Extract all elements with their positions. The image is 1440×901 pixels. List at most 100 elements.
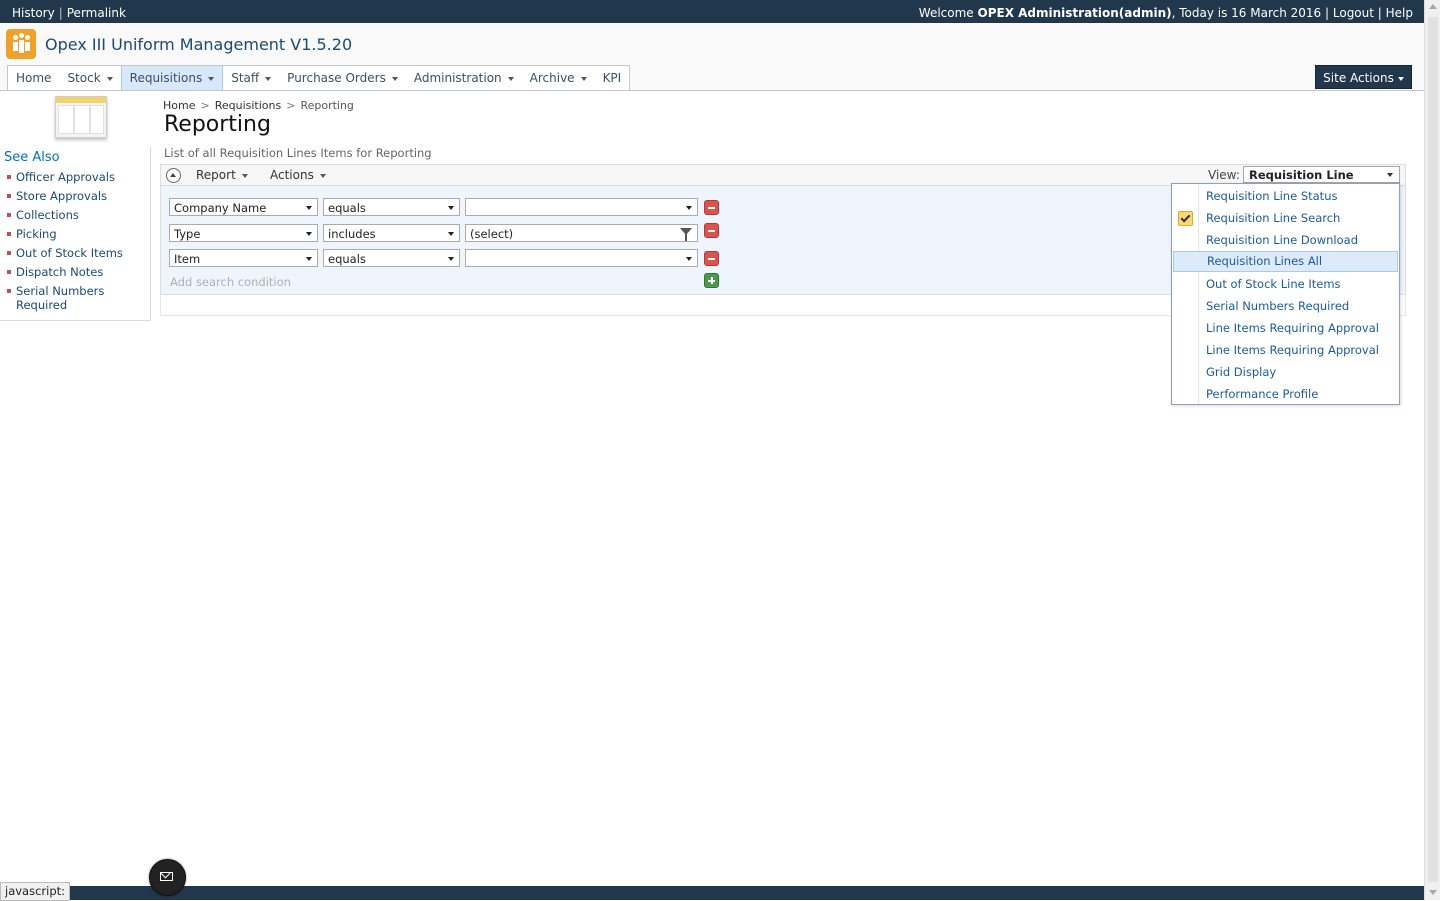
filter-operator-select[interactable]: equals xyxy=(323,249,460,267)
leftnav-label: Out of Stock Items xyxy=(16,246,123,260)
nav-label: Purchase Orders xyxy=(287,71,386,85)
report-label: Report xyxy=(196,168,236,182)
nav-label: Staff xyxy=(231,71,260,85)
site-title[interactable]: Opex III Uniform Management V1.5.20 xyxy=(45,35,352,54)
collapse-icon[interactable] xyxy=(166,168,181,183)
view-option-performance-profile[interactable]: Performance Profile xyxy=(1173,384,1398,405)
operator-value: equals xyxy=(328,252,366,266)
permalink-link[interactable]: Permalink xyxy=(67,6,126,20)
site-header: Opex III Uniform Management V1.5.20 xyxy=(0,23,1424,63)
view-option-requisition-line-status[interactable]: Requisition Line Status xyxy=(1173,186,1398,207)
nav-home[interactable]: Home xyxy=(8,66,59,90)
filter-operator-select[interactable]: equals xyxy=(323,198,460,216)
filter-value-select[interactable] xyxy=(465,249,698,267)
field-value: Company Name xyxy=(174,201,267,215)
scroll-down-icon[interactable] xyxy=(1429,890,1437,895)
nav-requisitions[interactable]: Requisitions xyxy=(120,66,224,90)
nav-stock[interactable]: Stock xyxy=(59,66,120,90)
chevron-down-icon xyxy=(306,206,312,210)
remove-condition-icon[interactable] xyxy=(704,223,719,238)
nav-label: Home xyxy=(16,71,52,85)
filter-field-select[interactable]: Company Name xyxy=(169,198,318,216)
see-also-heading[interactable]: See Also xyxy=(4,150,60,165)
site-logo-icon[interactable] xyxy=(6,29,36,59)
add-search-condition-link[interactable]: Add search condition xyxy=(170,275,291,289)
welcome-prefix: Welcome xyxy=(918,6,978,20)
site-actions-button[interactable]: Site Actions xyxy=(1315,65,1412,89)
chevron-down-icon xyxy=(448,206,454,210)
scroll-thumb[interactable] xyxy=(1428,17,1438,882)
filter-field-select[interactable]: Item xyxy=(169,249,318,267)
remove-condition-icon[interactable] xyxy=(704,200,719,215)
chevron-down-icon xyxy=(580,76,587,81)
filter-field-select[interactable]: Type xyxy=(169,224,318,242)
view-option-serial-numbers-required[interactable]: Serial Numbers Required xyxy=(1173,296,1398,317)
view-option-requisition-line-search[interactable]: Requisition Line Search xyxy=(1173,208,1398,229)
filter-value-multiselect[interactable]: (select) xyxy=(465,224,698,242)
breadcrumb-requisitions[interactable]: Requisitions xyxy=(215,99,282,112)
view-option-requisition-line-download[interactable]: Requisition Line Download xyxy=(1173,230,1398,251)
nav-staff[interactable]: Staff xyxy=(223,66,279,90)
leftnav-item-store-approvals[interactable]: Store Approvals xyxy=(7,189,131,203)
today-text: , Today is 16 March 2016 xyxy=(1171,6,1326,20)
chevron-down-icon xyxy=(448,257,454,261)
view-option-line-items-requiring-approval-2[interactable]: Line Items Requiring Approval xyxy=(1173,340,1398,361)
menu-item-label: Line Items Requiring Approval xyxy=(1206,343,1379,357)
scroll-up-icon[interactable] xyxy=(1429,4,1437,9)
leftnav-label: Officer Approvals xyxy=(16,170,115,184)
leftnav-item-picking[interactable]: Picking xyxy=(7,227,131,241)
view-dropdown-menu: Requisition Line Status Requisition Line… xyxy=(1171,183,1400,405)
nav-administration[interactable]: Administration xyxy=(406,66,522,90)
separator: | xyxy=(1325,6,1333,20)
view-option-out-of-stock-line-items[interactable]: Out of Stock Line Items xyxy=(1173,274,1398,295)
nav-label: Stock xyxy=(67,71,101,85)
help-link[interactable]: Help xyxy=(1386,6,1413,20)
page-description: List of all Requisition Lines Items for … xyxy=(164,146,432,160)
filter-operator-select[interactable]: includes xyxy=(323,224,460,242)
view-option-requisition-lines-all[interactable]: Requisition Lines All xyxy=(1173,251,1398,272)
leftnav-label: Store Approvals xyxy=(16,189,108,203)
chevron-down-icon xyxy=(686,257,692,261)
leftnav-item-officer-approvals[interactable]: Officer Approvals xyxy=(7,170,131,184)
logout-link[interactable]: Logout xyxy=(1333,6,1374,20)
nav-purchase-orders[interactable]: Purchase Orders xyxy=(279,66,406,90)
menu-item-label: Performance Profile xyxy=(1206,387,1319,401)
menu-item-label: Out of Stock Line Items xyxy=(1206,277,1341,291)
vertical-scrollbar[interactable] xyxy=(1424,0,1440,900)
chevron-down-icon xyxy=(391,76,398,81)
bullet-icon xyxy=(7,270,11,274)
actions-menu[interactable]: Actions xyxy=(270,168,326,182)
chevron-down-icon xyxy=(306,257,312,261)
view-select[interactable]: Requisition Line Search xyxy=(1243,166,1400,199)
bullet-icon xyxy=(7,175,11,179)
remove-condition-icon[interactable] xyxy=(704,251,719,266)
leftnav-label: Collections xyxy=(16,208,79,222)
mail-button[interactable] xyxy=(149,859,186,896)
breadcrumb: Home > Requisitions > Reporting xyxy=(163,99,354,112)
chevron-down-icon xyxy=(306,232,312,236)
user-name[interactable]: OPEX Administration(admin) xyxy=(978,6,1172,20)
value-text: (select) xyxy=(470,227,514,241)
view-option-line-items-requiring-approval[interactable]: Line Items Requiring Approval xyxy=(1173,318,1398,339)
separator: | xyxy=(1373,6,1386,20)
menu-item-label: Requisition Line Download xyxy=(1206,233,1358,247)
nav-kpi[interactable]: KPI xyxy=(595,66,630,90)
chevron-down-icon xyxy=(686,206,692,210)
leftnav-item-serial-numbers[interactable]: Serial Numbers Required xyxy=(7,284,131,312)
add-condition-icon[interactable] xyxy=(704,273,719,288)
view-option-grid-display[interactable]: Grid Display xyxy=(1173,362,1398,383)
breadcrumb-home[interactable]: Home xyxy=(163,99,195,112)
menu-item-label: Line Items Requiring Approval xyxy=(1206,321,1379,335)
leftnav-item-collections[interactable]: Collections xyxy=(7,208,131,222)
nav-archive[interactable]: Archive xyxy=(522,66,595,90)
nav-label: Archive xyxy=(529,71,575,85)
filter-value-select[interactable] xyxy=(465,198,698,216)
chevron-down-icon xyxy=(1387,173,1393,177)
leftnav-item-dispatch-notes[interactable]: Dispatch Notes xyxy=(7,265,131,279)
bullet-icon xyxy=(7,213,11,217)
report-menu[interactable]: Report xyxy=(196,168,248,182)
field-value: Type xyxy=(174,227,201,241)
leftnav-item-out-of-stock[interactable]: Out of Stock Items xyxy=(7,246,131,260)
filter-icon[interactable] xyxy=(680,228,692,241)
history-link[interactable]: History xyxy=(12,6,55,20)
